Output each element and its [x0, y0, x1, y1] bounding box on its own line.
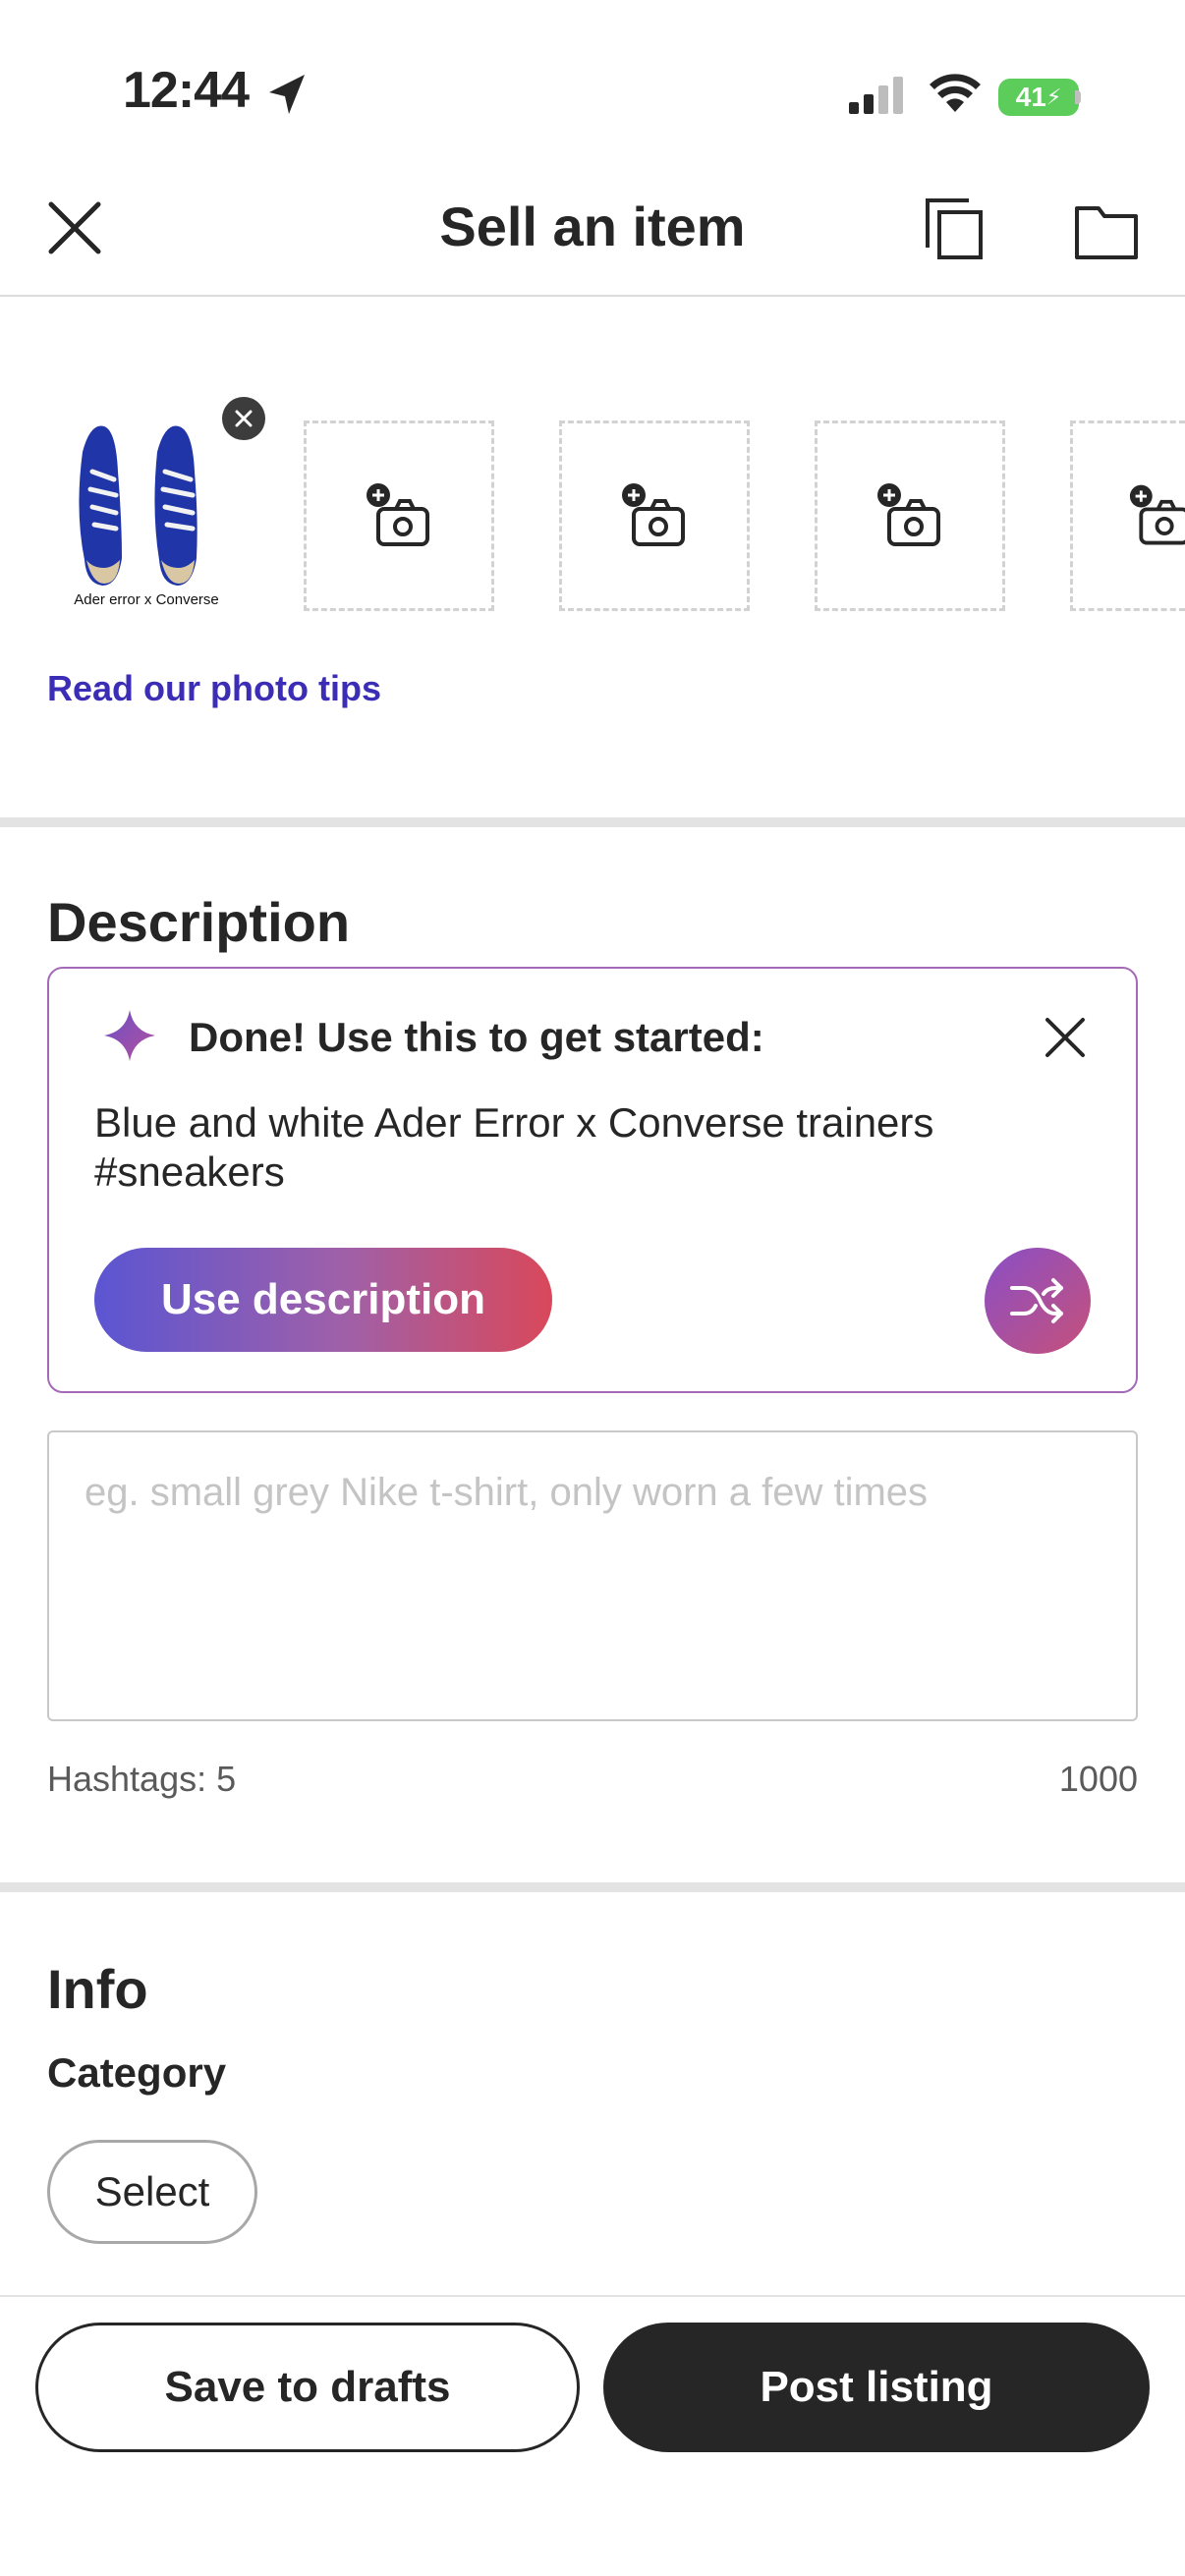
copy-icon[interactable] — [920, 196, 988, 265]
description-input-box — [47, 1430, 1138, 1721]
battery-level: 41 — [1015, 82, 1046, 112]
category-label: Category — [47, 2049, 227, 2096]
use-description-button[interactable]: Use description — [94, 1248, 552, 1352]
add-photo-icon — [1129, 484, 1185, 545]
close-icon[interactable] — [1044, 1016, 1087, 1059]
photo-tips-link[interactable]: Read our photo tips — [47, 668, 381, 709]
post-listing-button[interactable]: Post listing — [603, 2323, 1150, 2452]
footer-divider — [0, 2295, 1185, 2297]
folder-icon[interactable] — [1073, 200, 1140, 263]
add-photo-icon — [622, 483, 685, 546]
hashtags-count: Hashtags: 5 — [47, 1759, 237, 1799]
add-photo-icon — [367, 483, 429, 546]
remove-icon — [235, 410, 253, 427]
description-input[interactable] — [85, 1468, 1100, 1684]
ai-suggestion-text: Blue and white Ader Error x Converse tra… — [94, 1099, 934, 1195]
add-photo-slot[interactable] — [559, 420, 750, 611]
add-photo-slot[interactable] — [815, 420, 1005, 611]
battery-nub — [1075, 90, 1081, 104]
remove-photo-button[interactable] — [222, 397, 265, 440]
category-select-button[interactable]: Select — [47, 2140, 257, 2244]
add-photo-slot[interactable] — [304, 420, 494, 611]
charging-bolt-icon: ⚡ — [1045, 84, 1062, 109]
info-title: Info — [47, 1958, 148, 2020]
description-title: Description — [47, 891, 351, 953]
shuffle-button[interactable] — [985, 1248, 1091, 1354]
status-time: 12:44 — [123, 62, 250, 119]
section-divider — [0, 817, 1185, 827]
save-to-drafts-button[interactable]: Save to drafts — [35, 2323, 580, 2452]
sparkle-icon — [104, 1010, 155, 1061]
shuffle-icon — [1010, 1278, 1063, 1323]
battery-indicator: 41 ⚡ — [998, 79, 1079, 116]
thumbnail-caption: Ader error x Converse — [74, 591, 219, 608]
header-divider — [0, 295, 1185, 297]
ai-card-title: Done! Use this to get started: — [189, 1014, 764, 1060]
char-remaining: 1000 — [1058, 1759, 1138, 1799]
cellular-signal-icon — [849, 77, 903, 114]
add-photo-slot[interactable] — [1070, 420, 1185, 611]
section-divider — [0, 1882, 1185, 1892]
location-arrow-icon — [269, 75, 305, 114]
add-photo-icon — [877, 483, 940, 546]
photo-thumbnail[interactable] — [53, 413, 240, 609]
page-title: Sell an item — [439, 196, 746, 257]
wifi-icon — [930, 74, 981, 112]
